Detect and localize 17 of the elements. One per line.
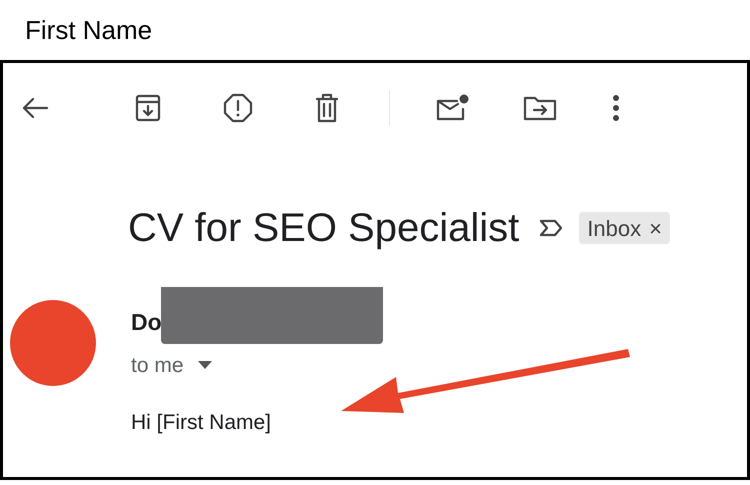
more-icon[interactable] bbox=[612, 94, 620, 122]
archive-icon[interactable] bbox=[135, 94, 161, 122]
mail-dot-icon[interactable] bbox=[435, 93, 471, 123]
email-body: Hi [First Name] bbox=[131, 410, 272, 436]
remove-label-button[interactable]: × bbox=[649, 212, 662, 244]
inbox-chip[interactable]: Inbox × bbox=[579, 212, 670, 244]
caption: First Name bbox=[25, 14, 152, 46]
folder-arrow-icon[interactable] bbox=[523, 94, 557, 122]
chip-label: Inbox bbox=[587, 214, 642, 242]
warning-icon[interactable] bbox=[223, 93, 253, 123]
email-subject: CV for SEO Specialist bbox=[128, 205, 520, 252]
caret-icon[interactable] bbox=[198, 361, 212, 370]
back-arrow-icon[interactable] bbox=[21, 96, 49, 120]
recipient-label[interactable]: to me bbox=[131, 350, 184, 381]
sender-name: Do bbox=[131, 308, 162, 337]
label-tag-icon[interactable] bbox=[539, 219, 564, 237]
trash-icon[interactable] bbox=[315, 93, 339, 123]
